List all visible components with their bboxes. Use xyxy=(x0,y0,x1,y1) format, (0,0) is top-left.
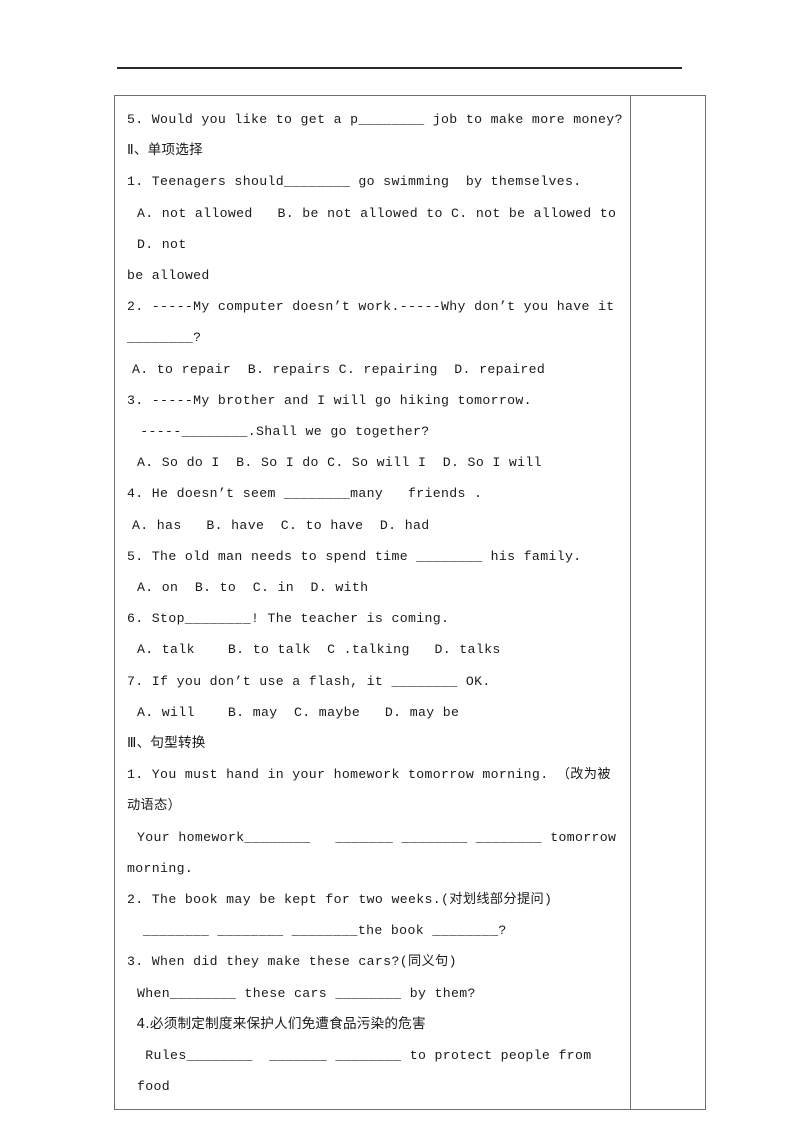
exercise-line: A. talk B. to talk C .talking D. talks xyxy=(137,642,501,658)
notes-column-cell xyxy=(630,95,706,1110)
exercise-line: A. not allowed B. be not allowed to C. n… xyxy=(137,205,625,252)
exercise-line: morning. xyxy=(127,860,194,876)
exercise-line: 2. The book may be kept for two weeks.(对… xyxy=(127,892,553,908)
exercise-line: When________ these cars ________ by them… xyxy=(137,985,476,1001)
page-header-rule xyxy=(117,67,682,69)
exercise-line: ________ ________ ________the book _____… xyxy=(143,923,507,939)
table-row: 5. Would you like to get a p________ job… xyxy=(114,95,706,1110)
exercise-line: 4. He doesn’t seem ________many friends … xyxy=(127,486,483,502)
exercise-line: Rules________ _______ ________ to protec… xyxy=(137,1048,600,1095)
exercise-line: 2. -----My computer doesn’t work.-----Wh… xyxy=(127,299,615,315)
exercise-line: A. has B. have C. to have D. had xyxy=(132,517,430,533)
section-heading-2: Ⅱ、单项选择 xyxy=(127,142,203,159)
exercise-line: ________? xyxy=(127,330,202,346)
exercise-line: 3. -----My brother and I will go hiking … xyxy=(127,392,532,408)
section-heading-3: Ⅲ、句型转换 xyxy=(127,735,206,752)
exercise-line: 5. Would you like to get a p________ job… xyxy=(127,112,623,127)
exercise-line: A. to repair B. repairs C. repairing D. … xyxy=(132,361,546,377)
exercise-line: 1. Teenagers should________ go swimming … xyxy=(127,174,582,190)
exercise-line: 5. The old man needs to spend time _____… xyxy=(127,548,582,564)
exercise-line: be allowed xyxy=(127,268,210,284)
exercise-line: A. So do I B. So I do C. So will I D. So… xyxy=(137,455,542,471)
worksheet-table: 5. Would you like to get a p________ job… xyxy=(114,95,706,1110)
exercise-line: 4.必须制定制度来保护人们免遭食品污染的危害 xyxy=(132,1015,426,1032)
exercise-line: Your homework________ _______ ________ _… xyxy=(137,829,617,845)
exercise-content-cell: 5. Would you like to get a p________ job… xyxy=(114,95,631,1110)
exercise-line: A. on B. to C. in D. with xyxy=(137,580,369,596)
exercise-line: A. will B. may C. maybe D. may be xyxy=(137,704,460,720)
exercise-line: 6. Stop________! The teacher is coming. xyxy=(127,611,450,627)
exercise-line: -----________.Shall we go together? xyxy=(132,424,430,440)
exercise-line: 7. If you don’t use a flash, it ________… xyxy=(127,673,491,689)
exercise-line: 3. When did they make these cars?(同义句) xyxy=(127,954,457,970)
worksheet-page: 5. Would you like to get a p________ job… xyxy=(0,0,800,1132)
exercise-line: 1. You must hand in your homework tomorr… xyxy=(127,767,611,814)
